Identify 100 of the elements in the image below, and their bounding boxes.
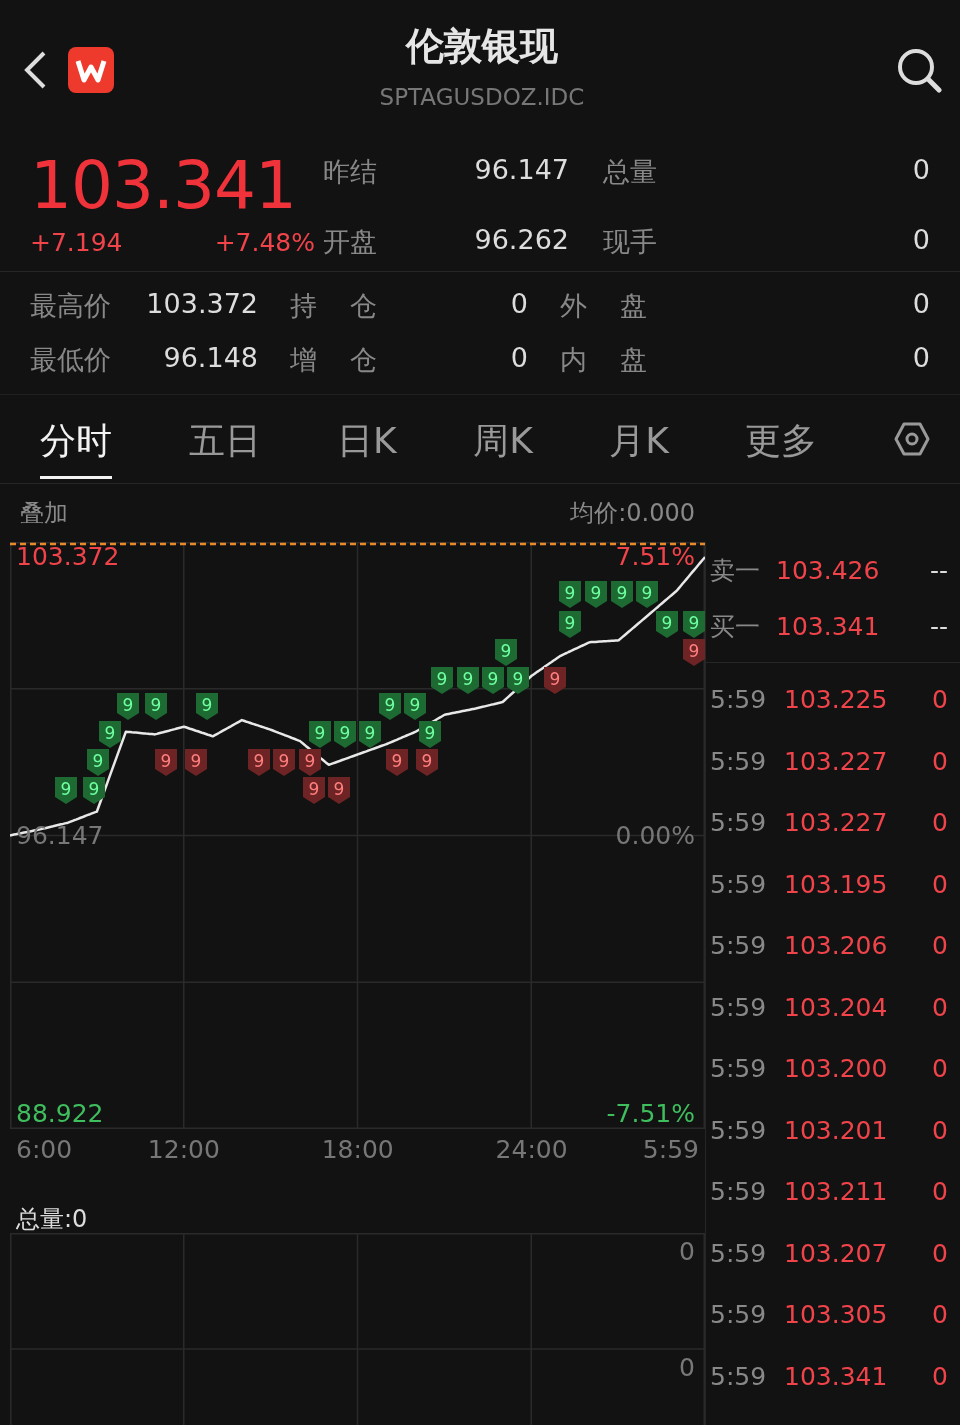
order-volume: -- [928,555,948,585]
signal-marker: 9 [416,749,438,776]
stat-value: 96.148 [162,342,259,375]
trade-price: 103.341 [784,1361,889,1391]
trade-time: 5:59 [710,685,768,715]
time-tick: 12:00 [147,1135,220,1165]
trade-volume: 0 [931,1300,948,1330]
time-tick: 5:59 [642,1135,699,1165]
field-value: 0 [911,154,930,187]
period-tab[interactable]: 日K [337,399,397,479]
trade-time: 5:59 [710,992,768,1022]
period-tab[interactable]: 更多 [745,399,818,479]
time-tick: 6:00 [16,1135,73,1165]
order-price: 103.341 [776,611,881,641]
stat-label: 外 盘 [560,289,648,323]
axis-label: 0 [679,1353,695,1383]
percent-change: +7.48% [214,228,315,257]
signal-marker: 9 [379,693,401,720]
stat-value: 0 [911,288,930,321]
trade-time: 5:59 [710,931,768,961]
trade-volume: 0 [931,992,948,1022]
trade-price: 103.195 [784,869,889,899]
price-change: +7.194 [30,228,123,257]
order-level: 卖一 [710,554,761,587]
period-tab[interactable]: 五日 [188,399,261,479]
stat-value: 103.372 [145,288,259,321]
trade-volume: 0 [931,869,948,899]
signal-marker: 9 [83,777,105,804]
trade-price: 103.201 [784,1115,889,1145]
back-icon[interactable] [22,50,48,90]
trade-time: 5:59 [710,808,768,838]
symbol-code: SPTAGUSDOZ.IDC [379,83,585,110]
trade-time: 5:59 [710,1054,768,1084]
stat-label: 持 仓 [290,289,378,323]
signal-marker: 9 [386,749,408,776]
signal-marker: 9 [482,667,504,694]
signal-marker: 9 [559,581,581,608]
trade-volume: 0 [931,1238,948,1268]
signal-marker: 9 [145,693,167,720]
stat-label: 最低价 [30,343,112,377]
settings-icon[interactable] [893,422,930,456]
stat-label: 内 盘 [560,343,648,377]
trade-time: 5:59 [710,1238,768,1268]
trade-volume: 0 [931,746,948,776]
trade-volume: 0 [931,1115,948,1145]
time-tick: 18:00 [321,1135,394,1165]
axis-label: 0.00% [615,820,695,851]
field-value: 96.147 [473,154,570,187]
signal-marker: 9 [585,581,607,608]
signal-marker: 9 [185,749,207,776]
stat-label: 增 仓 [290,343,378,377]
period-tab[interactable]: 分时 [40,399,112,479]
period-tab[interactable]: 周K [473,399,533,479]
time-tick: 24:00 [495,1135,568,1165]
trade-time: 5:59 [710,1115,768,1145]
field-label: 现手 [603,225,658,259]
field-label: 总量 [603,155,658,189]
axis-label: 103.372 [16,542,120,572]
page-title: 伦敦银现 [406,22,558,70]
order-level: 买一 [710,610,761,643]
trade-price: 103.227 [784,808,889,838]
stat-value: 0 [911,342,930,375]
trade-price: 103.227 [784,746,889,776]
trade-price: 103.211 [784,1177,889,1207]
signal-marker: 9 [117,693,139,720]
axis-label: 0 [679,1237,695,1267]
axis-label: 96.147 [16,820,104,851]
trade-volume: 0 [931,1361,948,1391]
signal-marker: 9 [359,721,381,748]
signal-marker: 9 [303,777,325,804]
stat-value: 0 [509,288,529,321]
search-icon[interactable] [896,47,942,93]
signal-marker: 9 [544,667,566,694]
signal-marker: 9 [155,749,177,776]
trade-time: 5:59 [710,869,768,899]
trade-price: 103.225 [784,685,889,715]
trade-price: 103.206 [784,931,889,961]
stat-label: 最高价 [30,289,112,323]
trade-volume: 0 [931,931,948,961]
signal-marker: 9 [611,581,633,608]
signal-marker: 9 [248,749,270,776]
signal-marker: 9 [431,667,453,694]
trade-time: 5:59 [710,1177,768,1207]
signal-marker: 9 [309,721,331,748]
trade-volume: 0 [931,685,948,715]
signal-marker: 9 [559,611,581,638]
field-value: 96.262 [473,224,570,257]
trade-time: 5:59 [710,1361,768,1391]
signal-marker: 9 [87,749,109,776]
overlay-label[interactable]: 叠加 [20,497,68,529]
axis-label: 88.922 [16,1099,104,1129]
field-label: 昨结 [323,155,378,189]
period-tab[interactable]: 月K [609,399,669,479]
signal-marker: 9 [55,777,77,804]
stat-value: 0 [509,342,529,375]
signal-marker: 9 [636,581,658,608]
signal-marker: 9 [196,693,218,720]
trade-time: 5:59 [710,1300,768,1330]
trade-volume: 0 [931,1054,948,1084]
trade-volume: 0 [931,808,948,838]
